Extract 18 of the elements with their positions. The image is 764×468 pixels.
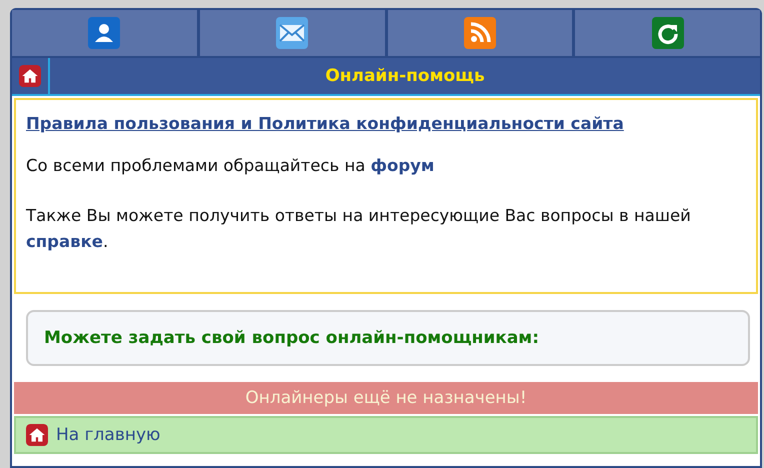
home-icon (26, 424, 48, 446)
home-link[interactable]: На главную (56, 425, 160, 445)
help-link[interactable]: форум (370, 156, 434, 175)
home-icon (19, 65, 41, 87)
info-paragraph: Со всеми проблемами обращайтесь на форум (26, 155, 436, 177)
status-notice: Онлайнеры ещё не назначены! (14, 382, 758, 414)
person-icon (88, 17, 120, 49)
help-link[interactable]: справке (26, 232, 103, 251)
page-title: Онлайн-помощь (324, 65, 486, 88)
toolbar-button[interactable] (575, 10, 760, 56)
question-prompt: Можете задать свой вопрос онлайн-помощникам: (26, 310, 750, 366)
rules-link[interactable]: Правила пользования и Политика конфиденциальности сайта (26, 114, 624, 133)
refresh-icon (652, 17, 684, 49)
envelope-icon (276, 17, 308, 49)
toolbar-button[interactable] (200, 10, 384, 56)
info-paragraph: Также Вы можете получить ответы на интересующие Вас вопросы в нашей справке. (26, 205, 692, 253)
rss-icon (464, 17, 496, 49)
toolbar-button[interactable] (388, 10, 572, 56)
